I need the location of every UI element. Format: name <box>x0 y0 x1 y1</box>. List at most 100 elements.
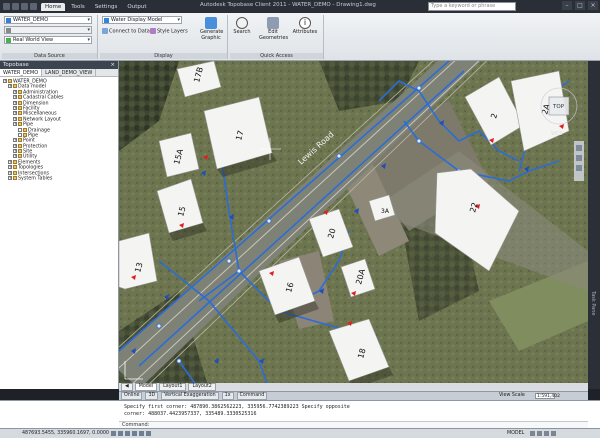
layer-icon <box>6 28 11 33</box>
expand-icon[interactable]: + <box>8 170 12 175</box>
navigation-bar[interactable] <box>574 141 584 181</box>
folder-icon <box>18 154 22 159</box>
expand-icon[interactable] <box>18 127 22 132</box>
blank-dropdown[interactable]: ▾ <box>4 26 92 34</box>
grid-icon[interactable] <box>117 431 123 436</box>
tab-land-demo-view[interactable]: LAND_DEMO_VIEW <box>42 69 97 76</box>
tab-water-demo[interactable]: WATER_DEMO <box>0 69 43 76</box>
otrack-icon[interactable] <box>145 431 151 436</box>
expand-icon[interactable]: + <box>13 95 17 100</box>
feature-tree: + WATER_DEMO + Data model + Administration + Ca… <box>0 77 118 182</box>
map-canvas[interactable]: 17B 17 15A 15 13 16 20 20A 18 22 2 2A 3A… <box>119 61 588 389</box>
palette-bottom <box>0 401 119 429</box>
workspace-switch-icon[interactable] <box>537 431 542 436</box>
workspace-dropdown[interactable]: WATER_DEMO ▾ <box>4 16 92 24</box>
ortho-icon[interactable] <box>124 431 130 436</box>
app-menu-icon[interactable] <box>3 3 10 10</box>
osnap-icon[interactable] <box>138 431 144 436</box>
tab-settings[interactable]: Settings <box>91 3 122 11</box>
tree-node[interactable]: + System Tables <box>0 176 118 182</box>
display-model-icon <box>104 18 109 23</box>
connect-label: Connect to Data... <box>109 28 155 35</box>
command-history-line: corner: 488037.4423957337, 335489.333052… <box>124 411 257 417</box>
view-scale-value[interactable]: 1:591,402 <box>535 393 560 399</box>
expand-icon[interactable]: + <box>13 111 17 116</box>
expand-icon[interactable]: + <box>8 165 12 170</box>
connect-to-data-button[interactable]: Connect to Data... <box>102 28 155 35</box>
command-input[interactable]: Command: <box>119 421 588 428</box>
expand-icon[interactable]: + <box>13 154 17 159</box>
folder-icon <box>13 176 17 181</box>
model-space-toggle[interactable]: MODEL <box>507 431 524 436</box>
search-input[interactable]: Type a keyword or phrase <box>428 2 516 11</box>
expand-icon[interactable]: + <box>8 159 12 164</box>
expand-icon[interactable]: + <box>13 100 17 105</box>
view-value: Real World View <box>13 37 54 43</box>
maximize-button[interactable]: □ <box>575 1 585 10</box>
expand-icon[interactable] <box>18 132 22 137</box>
tab-home[interactable]: Home <box>41 2 66 11</box>
expand-icon[interactable]: + <box>13 116 17 121</box>
display-model-dropdown[interactable]: Water Display Model ▾ <box>102 16 182 24</box>
polar-icon[interactable] <box>131 431 137 436</box>
3d-toggle[interactable]: 3D <box>145 392 159 400</box>
expand-icon[interactable]: + <box>13 149 17 154</box>
snap-icon[interactable] <box>110 431 116 436</box>
expand-icon[interactable]: + <box>13 138 17 143</box>
palette-title: Topobase <box>3 62 29 68</box>
search-label: Search <box>233 29 251 35</box>
clean-screen-icon[interactable] <box>551 431 556 436</box>
tab-tools[interactable]: Tools <box>67 3 89 11</box>
nav-first-icon[interactable]: ◀ <box>121 383 133 391</box>
close-button[interactable]: × <box>588 1 598 10</box>
window-title: Autodesk Topobase Client 2011 - WATER_DE… <box>200 2 376 8</box>
info-icon: i <box>299 17 311 29</box>
command-toggle[interactable]: Command <box>236 392 268 400</box>
online-toggle[interactable]: Online <box>121 392 143 400</box>
palette-header: Topobase × <box>0 61 118 69</box>
minimize-button[interactable]: – <box>562 1 572 10</box>
folder-icon <box>18 105 22 110</box>
expand-icon[interactable]: + <box>3 79 7 83</box>
annotation-scale-icon[interactable] <box>530 431 535 436</box>
folder-icon <box>18 149 22 154</box>
task-pane-strip[interactable]: Task Pane <box>588 61 600 389</box>
expand-icon[interactable]: + <box>13 122 17 127</box>
display-panel: Water Display Model ▾ Connect to Data...… <box>100 15 228 59</box>
vertical-exaggeration-button[interactable]: Vertical Exaggeration <box>161 392 219 400</box>
command-history-line: Specify first corner: 487890.3862562223,… <box>124 404 350 410</box>
tab-layout1[interactable]: Layout1 <box>159 383 187 391</box>
chevron-down-icon: ▾ <box>87 37 90 43</box>
chevron-down-icon: ▾ <box>87 17 90 23</box>
folder-icon <box>13 159 17 164</box>
expand-icon[interactable]: + <box>13 89 17 94</box>
tab-output[interactable]: Output <box>123 3 150 11</box>
folder-icon <box>18 100 22 105</box>
palette-tabs: WATER_DEMO LAND_DEMO_VIEW <box>0 69 118 77</box>
new-icon[interactable] <box>12 3 19 10</box>
tree-node-label: System Tables <box>18 176 53 182</box>
tab-model[interactable]: Model <box>134 383 158 391</box>
edit-geometries-button[interactable]: Edit Geometries <box>259 17 288 41</box>
view-dropdown[interactable]: Real World View ▾ <box>4 36 92 44</box>
expand-icon[interactable]: + <box>8 176 12 181</box>
expand-icon[interactable]: + <box>8 84 12 89</box>
expand-icon[interactable]: + <box>13 105 17 110</box>
folder-icon <box>8 79 12 83</box>
chevron-down-icon: ▾ <box>177 17 180 23</box>
search-button[interactable]: Search <box>231 17 253 36</box>
attributes-button[interactable]: i Attributes <box>291 17 319 36</box>
task-pane-label: Task Pane <box>590 291 596 316</box>
exaggeration-value[interactable]: 1x <box>221 392 234 400</box>
folder-icon <box>18 116 22 121</box>
save-icon[interactable] <box>30 3 37 10</box>
map-view[interactable]: 17B 17 15A 15 13 16 20 20A 18 22 2 2A 3A… <box>119 61 588 389</box>
close-icon[interactable]: × <box>110 61 115 69</box>
tab-layout2[interactable]: Layout2 <box>188 383 216 391</box>
style-layers-button[interactable]: Style Layers <box>150 28 188 35</box>
generate-graphic-button[interactable]: Generate Graphic <box>200 17 223 41</box>
expand-icon[interactable]: + <box>13 143 17 148</box>
lock-icon[interactable] <box>544 431 549 436</box>
open-icon[interactable] <box>21 3 28 10</box>
panel-title: Quick Access <box>230 53 323 59</box>
